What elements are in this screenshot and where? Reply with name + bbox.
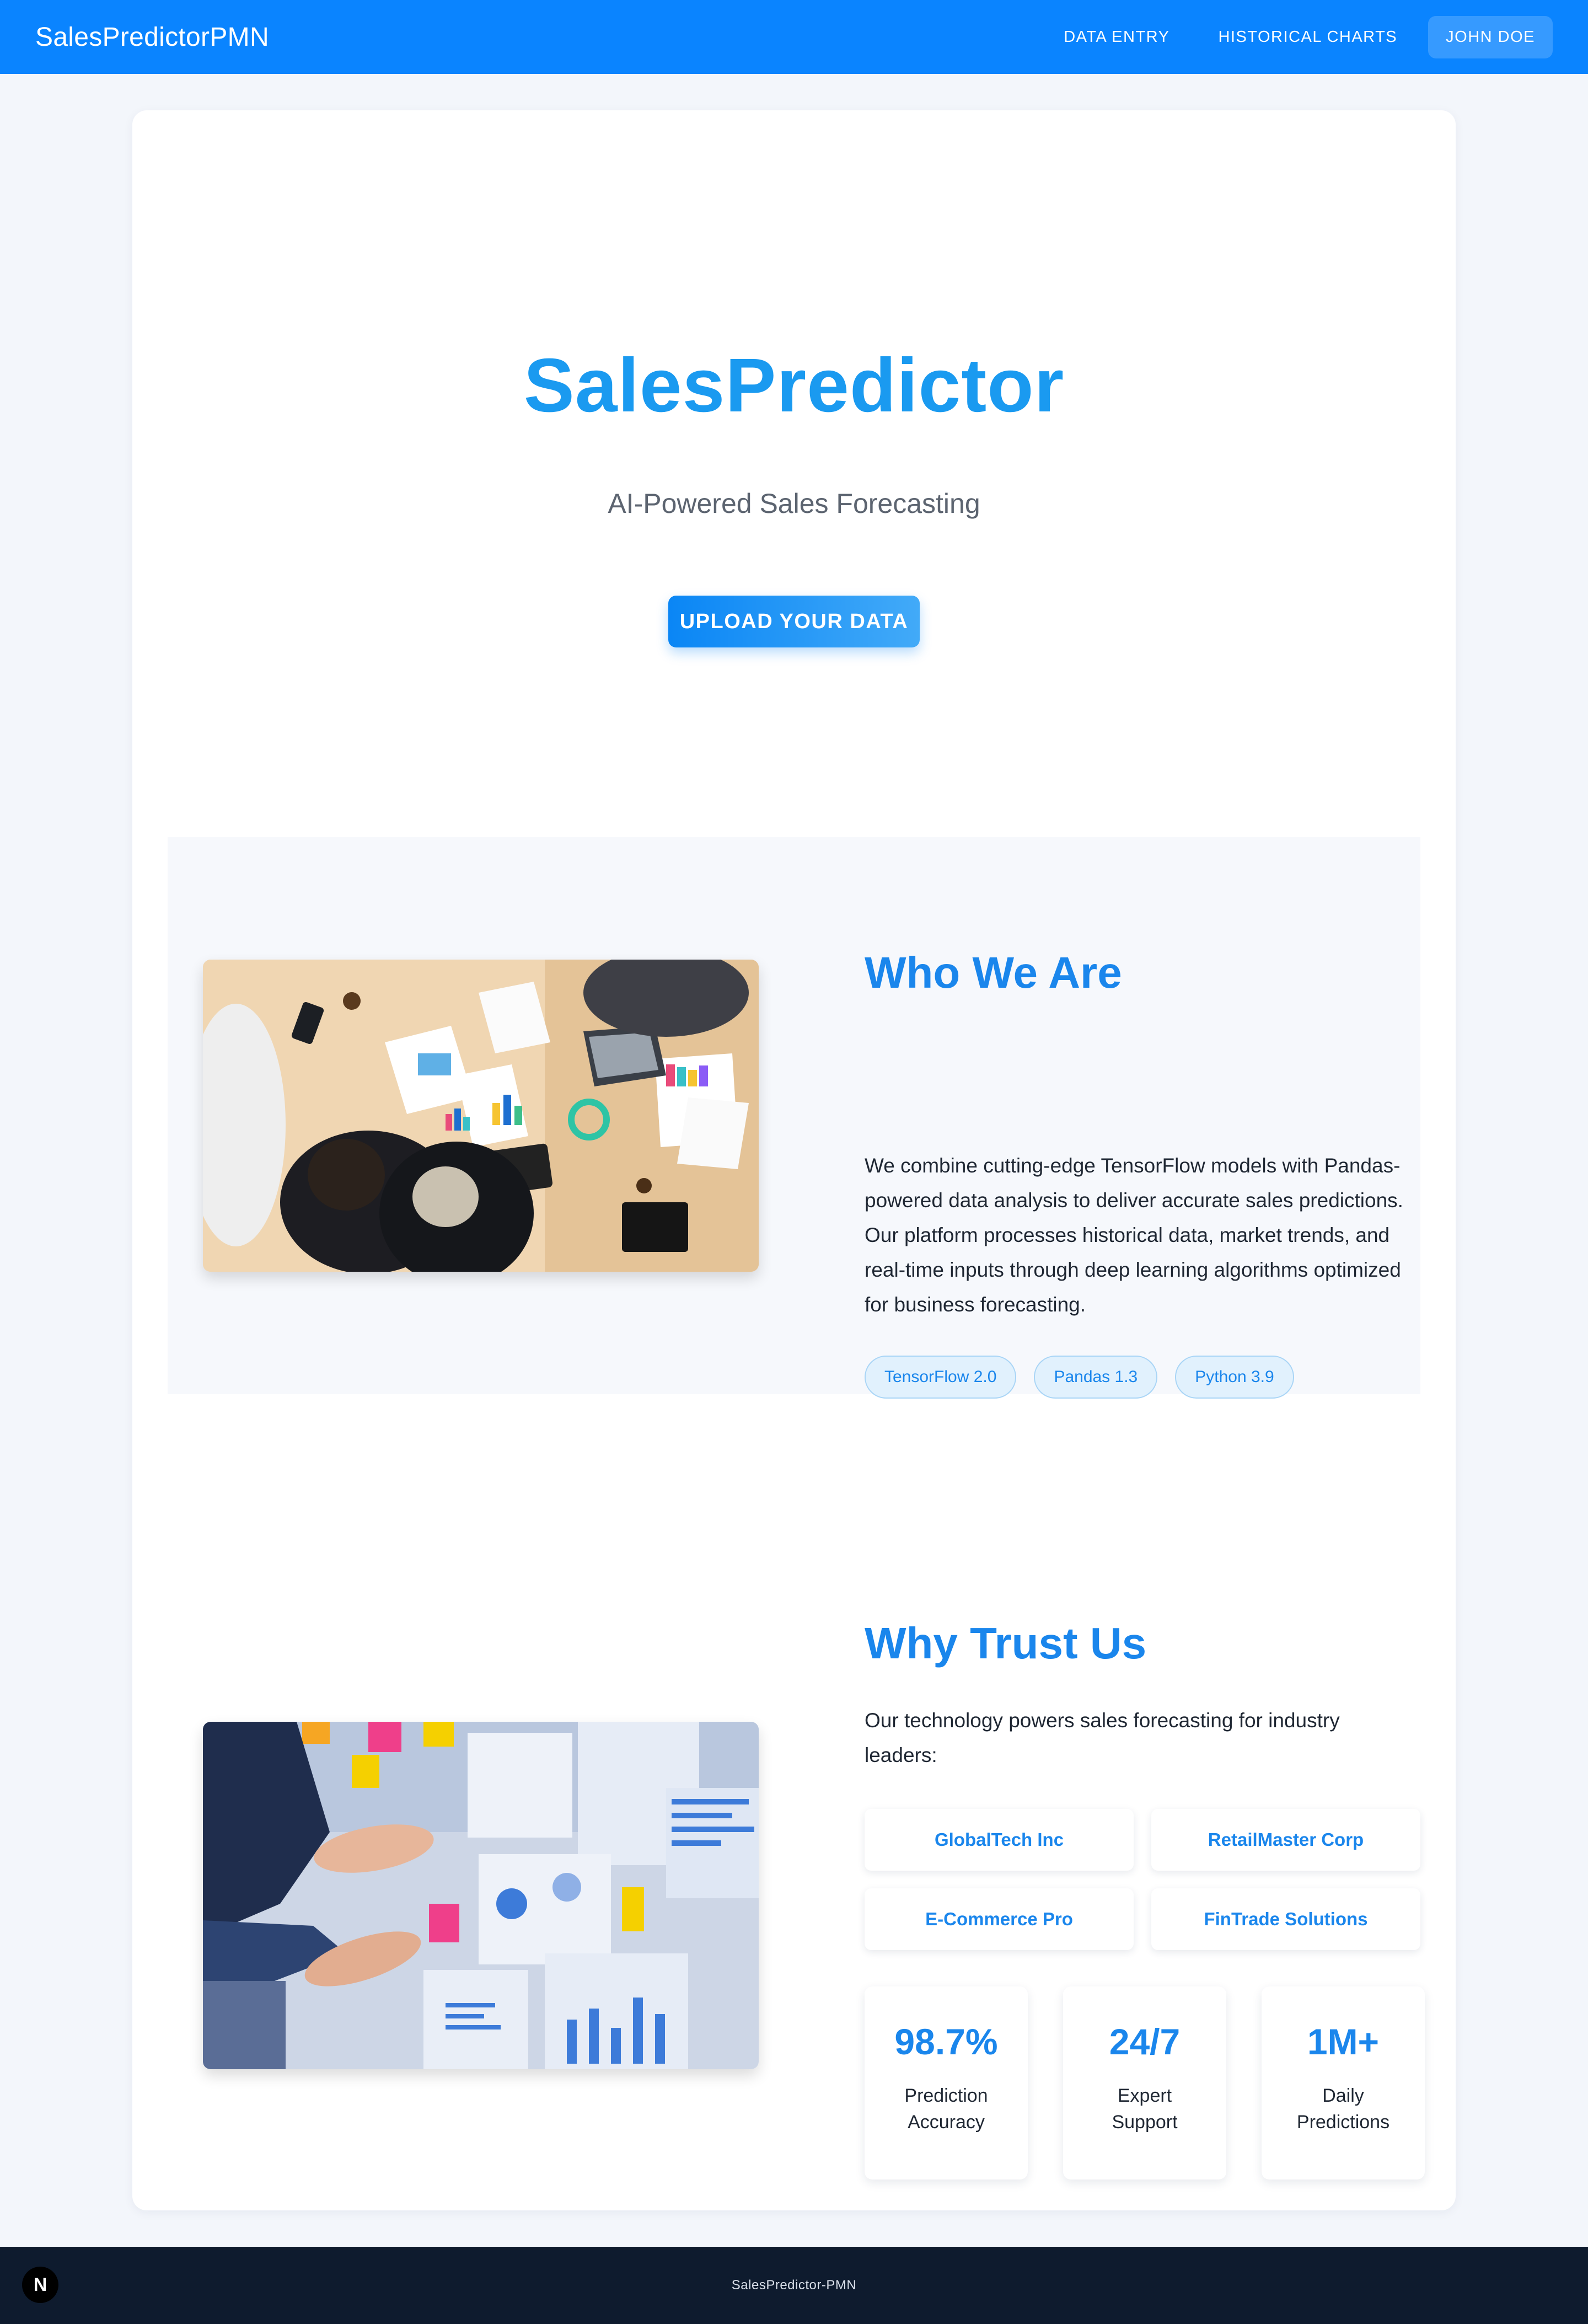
nav-links: DATA ENTRY HISTORICAL CHARTS JOHN DOE [1046,15,1553,58]
nextjs-badge-icon[interactable]: N [22,2267,58,2303]
stats-row: 98.7% Prediction Accuracy 24/7 Expert Su… [865,1986,1425,2180]
brand-logo[interactable]: SalesPredictorPMN [35,22,269,52]
presentation-image [203,1722,759,2069]
tag-pandas: Pandas 1.3 [1034,1356,1158,1399]
main-card: SalesPredictor AI-Powered Sales Forecast… [132,110,1456,2210]
stat-value: 1M+ [1307,2021,1380,2062]
why-trust-us-text: Our technology powers sales forecasting … [865,1709,1340,1766]
why-trust-us-title: Why Trust Us [865,1619,1147,1668]
tech-tags: TensorFlow 2.0 Pandas 1.3 Python 3.9 [865,1356,1294,1399]
stat-card-predictions: 1M+ Daily Predictions [1262,1986,1425,2180]
upload-data-button[interactable]: UPLOAD YOUR DATA [668,596,920,647]
stat-card-accuracy: 98.7% Prediction Accuracy [865,1986,1028,2180]
hero-subtitle: AI-Powered Sales Forecasting [608,488,980,519]
who-we-are-title: Who We Are [865,948,1122,997]
nav-link-historical-charts[interactable]: HISTORICAL CHARTS [1200,16,1415,58]
client-card: E-Commerce Pro [865,1888,1134,1950]
tag-python: Python 3.9 [1175,1356,1294,1399]
team-meeting-image [203,960,759,1272]
top-navbar: SalesPredictorPMN DATA ENTRY HISTORICAL … [0,0,1588,74]
client-card: FinTrade Solutions [1151,1888,1420,1950]
footer: N SalesPredictor-PMN [0,2247,1588,2324]
why-trust-us-section: Why Trust Us Our technology powers sales… [168,1394,1425,2180]
nav-link-data-entry[interactable]: DATA ENTRY [1046,16,1187,58]
stat-label: Daily Predictions [1296,2085,1390,2133]
stat-value: 98.7% [894,2021,998,2062]
stat-value: 24/7 [1109,2021,1181,2062]
tag-tensorflow: TensorFlow 2.0 [865,1356,1017,1399]
client-grid: GlobalTech Inc RetailMaster Corp E-Comme… [865,1809,1421,1950]
client-card: GlobalTech Inc [865,1809,1134,1871]
who-we-are-text: We combine cutting-edge TensorFlow model… [865,1154,1403,1316]
who-we-are-section: Who We Are We combine cutting-edge Tenso… [168,837,1420,1399]
stat-card-support: 24/7 Expert Support [1063,1986,1226,2180]
footer-text: SalesPredictor-PMN [731,2278,857,2293]
hero-title: SalesPredictor [523,343,1065,428]
client-card: RetailMaster Corp [1151,1809,1420,1871]
user-menu-button[interactable]: JOHN DOE [1428,15,1553,58]
stat-label: Expert Support [1112,2085,1178,2133]
stat-label: Prediction Accuracy [904,2085,988,2133]
